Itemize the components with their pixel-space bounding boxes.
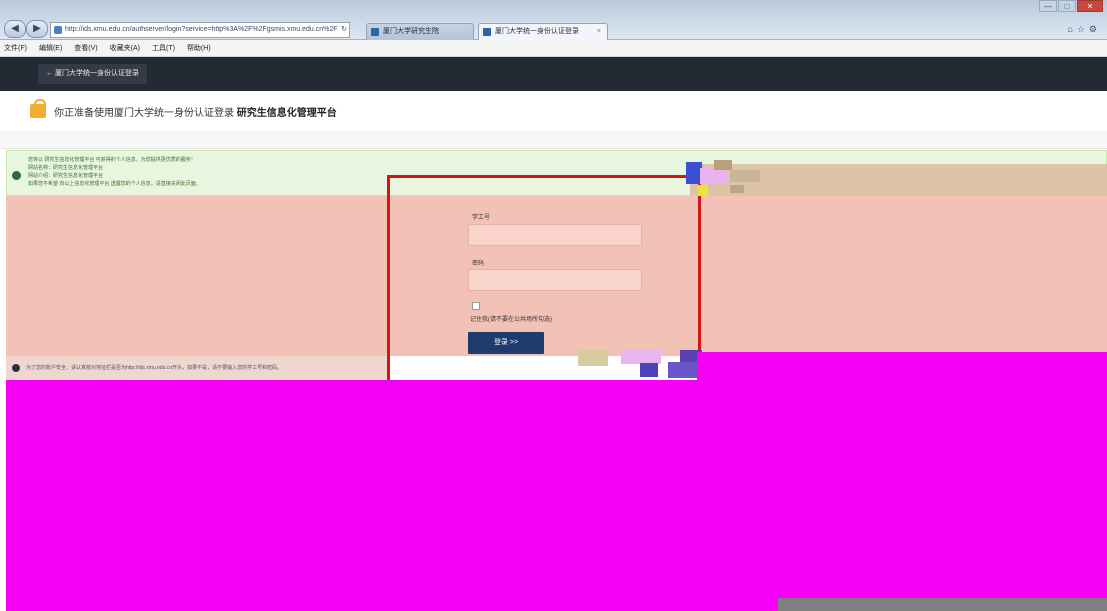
- security-note: 为了您的账户安全，请认真核对地址栏是否为http://ids.xmu.edu.c…: [26, 365, 283, 371]
- lock-icon: [30, 99, 46, 118]
- menu-help[interactable]: 帮助(H): [187, 43, 211, 53]
- artifact-block: [700, 168, 728, 184]
- page-icon: [54, 26, 62, 34]
- divider: [0, 131, 1107, 149]
- notice-system-name: 研究生信息化管理平台: [236, 108, 337, 119]
- tab-graduate-school[interactable]: 厦门大学研究生院: [366, 23, 474, 40]
- page-header: [0, 57, 1107, 91]
- browser-tool-icons[interactable]: ⌂☆⚙: [1067, 24, 1101, 35]
- artifact-block: [730, 170, 760, 182]
- gray-bar: [778, 598, 1107, 611]
- info-line: 您将以 研究生信息化管理平台 可获得的个人信息，为您提供更优质的服务！: [28, 157, 196, 163]
- overlay-magenta: [6, 380, 1107, 611]
- menu-view[interactable]: 查看(V): [74, 43, 97, 53]
- tab-login[interactable]: 厦门大学统一身份认证登录 ×: [478, 23, 608, 40]
- window-controls: — □ ✕: [1038, 0, 1103, 14]
- artifact-block: [698, 185, 708, 196]
- info-lines: 您将以 研究生信息化管理平台 可获得的个人信息，为您提供更优质的服务！ 网站名称…: [28, 156, 201, 188]
- artifact-block: [621, 350, 661, 364]
- info-line: 如果您不希望 向以上信息化管理平台 透露您的个人信息，请直接关闭此页面。: [28, 181, 201, 187]
- tab-favicon-icon: [371, 28, 379, 36]
- tab-close-icon[interactable]: ×: [597, 24, 601, 39]
- back-arrow-icon: ←: [46, 70, 55, 77]
- forward-button[interactable]: ▶: [26, 20, 48, 38]
- maximize-icon[interactable]: □: [1058, 0, 1076, 12]
- tab-label: 厦门大学统一身份认证登录: [495, 28, 579, 35]
- tab-favicon-icon: [483, 28, 491, 36]
- artifact-block: [640, 363, 658, 377]
- header-link-label: 厦门大学统一身份认证登录: [54, 70, 139, 77]
- menu-edit[interactable]: 编辑(E): [39, 43, 62, 53]
- info-line: 网站名称：研究生信息化管理平台: [28, 165, 104, 171]
- window-close-icon[interactable]: ✕: [1077, 0, 1103, 12]
- menu-file[interactable]: 文件(F): [4, 43, 27, 53]
- info-line: 网站介绍：研究生信息化管理平台: [28, 173, 104, 179]
- minimize-icon[interactable]: —: [1039, 0, 1057, 12]
- menu-favorites[interactable]: 收藏夹(A): [110, 43, 140, 53]
- notice-prefix: 你正准备使用厦门大学统一身份认证登录: [54, 108, 234, 119]
- menu-bar: 文件(F) 编辑(E) 查看(V) 收藏夹(A) 工具(T) 帮助(H): [0, 40, 1107, 57]
- address-url: http://ids.xmu.edu.cn/authserver/login?s…: [65, 26, 338, 33]
- notice-text: 你正准备使用厦门大学统一身份认证登录 研究生信息化管理平台: [54, 104, 337, 119]
- overlay-magenta: [697, 352, 1107, 382]
- tab-label: 厦门大学研究生院: [383, 28, 439, 35]
- artifact-block: [730, 185, 744, 193]
- info-icon: [12, 364, 20, 372]
- header-back-link[interactable]: ← 厦门大学统一身份认证登录: [38, 64, 147, 84]
- artifact-block: [714, 160, 732, 170]
- artifact-block: [578, 350, 608, 366]
- check-icon: [12, 171, 21, 180]
- back-button[interactable]: ◀: [4, 20, 26, 38]
- menu-tools[interactable]: 工具(T): [152, 43, 175, 53]
- address-bar[interactable]: http://ids.xmu.edu.cn/authserver/login?s…: [50, 22, 350, 38]
- refresh-icon[interactable]: ↻: [341, 23, 347, 37]
